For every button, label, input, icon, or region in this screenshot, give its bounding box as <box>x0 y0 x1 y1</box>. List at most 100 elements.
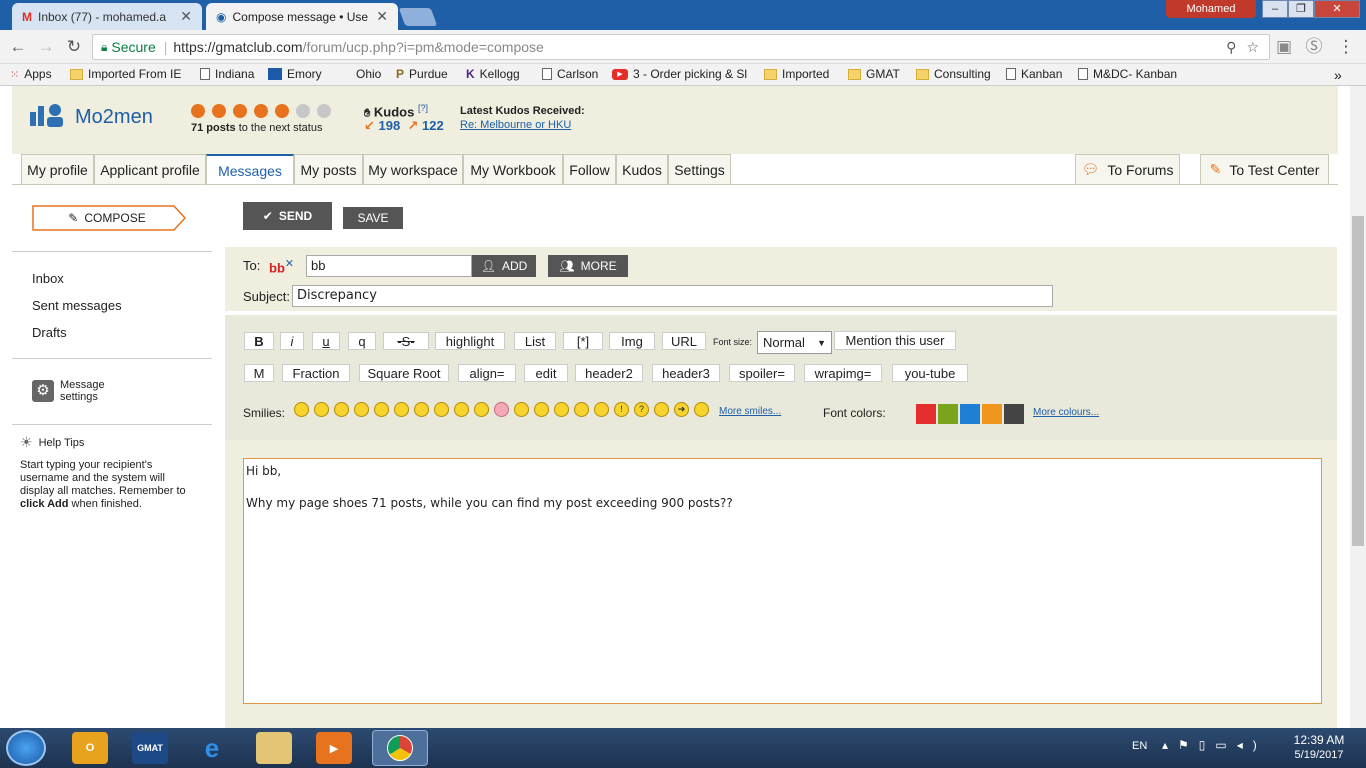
tab-compose[interactable]: ◉ Compose message • Use ✕ <box>206 3 398 30</box>
tab-settings[interactable]: Settings <box>668 154 731 185</box>
toolbar-button-2[interactable]: u <box>312 332 340 350</box>
smiley-icon[interactable] <box>374 402 389 417</box>
to-test-center-button[interactable]: ✎ To Test Center <box>1200 154 1329 185</box>
chrome-taskbar-icon[interactable] <box>372 730 428 766</box>
minimize-icon[interactable]: – <box>1262 0 1288 18</box>
tab-my-posts[interactable]: My posts <box>294 154 363 185</box>
toolbar-button-6[interactable]: List <box>514 332 556 350</box>
toolbar-button-row2-1[interactable]: Fraction <box>282 364 350 382</box>
sidebar-item-drafts[interactable]: Drafts <box>32 325 67 340</box>
toolbar-button-9[interactable]: URL <box>662 332 706 350</box>
clock[interactable]: 12:39 AM 5/19/2017 <box>1284 733 1354 761</box>
media-player-icon[interactable]: ▶ <box>316 732 352 764</box>
send-button[interactable]: ✔ SEND <box>243 202 332 230</box>
new-tab-button[interactable] <box>398 8 438 26</box>
smiley-icon[interactable] <box>594 402 609 417</box>
scrollbar-thumb[interactable] <box>1352 216 1364 546</box>
toolbar-button-row2-3[interactable]: align= <box>458 364 516 382</box>
bookmark-emory[interactable]: Emory <box>268 67 322 81</box>
remove-recipient-icon[interactable]: ✕ <box>285 258 294 270</box>
bookmark-apps[interactable]: ⁙ Apps <box>10 67 52 81</box>
kudos-received[interactable]: 122 <box>422 118 444 133</box>
reload-icon[interactable]: ↻ <box>64 37 84 57</box>
smiley-icon[interactable]: ➜ <box>674 402 689 417</box>
smiley-icon[interactable] <box>474 402 489 417</box>
bookmark-gmat[interactable]: GMAT <box>848 67 900 81</box>
smiley-icon[interactable] <box>514 402 529 417</box>
smiley-icon[interactable] <box>314 402 329 417</box>
tab-follow[interactable]: Follow <box>563 154 616 185</box>
key-icon[interactable]: ⚲ <box>1226 39 1236 56</box>
bookmark-order-picking[interactable]: ▶ 3 - Order picking & Sl <box>612 67 752 81</box>
kudos-help-link[interactable]: [?] <box>418 103 428 113</box>
smiley-icon[interactable] <box>294 402 309 417</box>
skype-icon[interactable]: Ⓢ <box>1304 37 1324 57</box>
message-textarea[interactable]: Hi bb, Why my page shoes 71 posts, while … <box>243 458 1322 704</box>
color-swatch[interactable] <box>982 404 1002 424</box>
recipient-chip[interactable]: bb✕ <box>269 257 294 275</box>
smiley-icon[interactable] <box>434 402 449 417</box>
latest-kudos-link[interactable]: Re: Melbourne or HKU <box>460 119 571 131</box>
message-settings-link[interactable]: Message settings <box>60 379 105 403</box>
to-forums-button[interactable]: 💬︎ To Forums <box>1075 154 1180 185</box>
toolbar-button-row2-5[interactable]: header2 <box>575 364 643 382</box>
internet-explorer-icon[interactable]: e <box>194 732 230 764</box>
smiley-icon[interactable]: ? <box>634 402 649 417</box>
toolbar-button-row2-8[interactable]: wrapimg= <box>804 364 882 382</box>
bookmarks-overflow-icon[interactable]: » <box>1334 67 1342 83</box>
bookmark-consulting[interactable]: Consulting <box>916 67 991 81</box>
menu-icon[interactable]: ⋮ <box>1336 37 1356 57</box>
sidebar-item-sent[interactable]: Sent messages <box>32 298 122 313</box>
font-size-select[interactable]: Normal ▼ <box>757 331 832 354</box>
sidebar-item-inbox[interactable]: Inbox <box>32 271 64 286</box>
toolbar-button-row2-9[interactable]: you-tube <box>892 364 968 382</box>
toolbar-button-row2-7[interactable]: spoiler= <box>729 364 795 382</box>
toolbar-button-1[interactable]: i <box>280 332 304 350</box>
bookmark-star-icon[interactable]: ☆ <box>1246 39 1259 56</box>
more-colours-link[interactable]: More colours... <box>1033 407 1099 418</box>
smiley-icon[interactable] <box>334 402 349 417</box>
profile-badge[interactable]: Mohamed <box>1166 0 1256 18</box>
bookmark-indiana[interactable]: Indiana <box>200 67 254 81</box>
tab-my-workspace[interactable]: My workspace <box>363 154 463 185</box>
bookmark-purdue[interactable]: P Purdue <box>396 67 448 81</box>
smiley-icon[interactable] <box>574 402 589 417</box>
color-swatch[interactable] <box>916 404 936 424</box>
language-indicator[interactable]: EN <box>1132 740 1147 752</box>
color-swatch[interactable] <box>1004 404 1024 424</box>
extension-icon[interactable]: ▣ <box>1274 37 1294 57</box>
bookmark-kellogg[interactable]: K Kellogg <box>466 67 520 81</box>
tab-my-workbook[interactable]: My Workbook <box>463 154 563 185</box>
tab-gmail[interactable]: M Inbox (77) - mohamed.a ✕ <box>12 3 202 30</box>
toolbar-button-row2-0[interactable]: M <box>244 364 274 382</box>
smiley-icon[interactable] <box>354 402 369 417</box>
toolbar-button-row2-2[interactable]: Square Root <box>359 364 449 382</box>
start-button[interactable] <box>6 730 46 766</box>
bookmark-imported-from-ie[interactable]: Imported From IE <box>70 67 181 81</box>
toolbar-button-0[interactable]: B <box>244 332 274 350</box>
toolbar-button-5[interactable]: highlight <box>435 332 505 350</box>
maximize-icon[interactable]: ❐ <box>1288 0 1314 18</box>
outlook-icon[interactable]: O <box>72 732 108 764</box>
bookmark-kanban[interactable]: Kanban <box>1006 67 1062 81</box>
bookmark-imported[interactable]: Imported <box>764 67 829 81</box>
toolbar-button-row2-4[interactable]: edit <box>524 364 568 382</box>
bookmark-ohio[interactable]: Ohio <box>356 67 381 81</box>
smiley-icon[interactable] <box>694 402 709 417</box>
close-window-icon[interactable]: ✕ <box>1314 0 1360 18</box>
tray-icons[interactable]: ▴⚑▯▭◂) <box>1162 738 1267 752</box>
toolbar-button-7[interactable]: [*] <box>563 332 603 350</box>
mention-user-button[interactable]: Mention this user <box>834 331 956 350</box>
toolbar-button-4[interactable]: -S- <box>383 332 429 350</box>
subject-input[interactable]: Discrepancy <box>292 285 1053 307</box>
gear-icon[interactable]: ⚙ <box>32 380 54 402</box>
smiley-icon[interactable]: ! <box>614 402 629 417</box>
forward-icon[interactable]: → <box>36 37 56 57</box>
close-tab-icon[interactable]: ✕ <box>180 8 192 25</box>
back-icon[interactable]: ← <box>8 37 28 57</box>
smiley-icon[interactable] <box>414 402 429 417</box>
smiley-icon[interactable] <box>454 402 469 417</box>
more-recipients-button[interactable]: 👥︎ MORE <box>548 255 628 277</box>
bookmark-carlson[interactable]: Carlson <box>542 67 598 81</box>
compose-button[interactable]: ✎ COMPOSE <box>32 205 187 231</box>
